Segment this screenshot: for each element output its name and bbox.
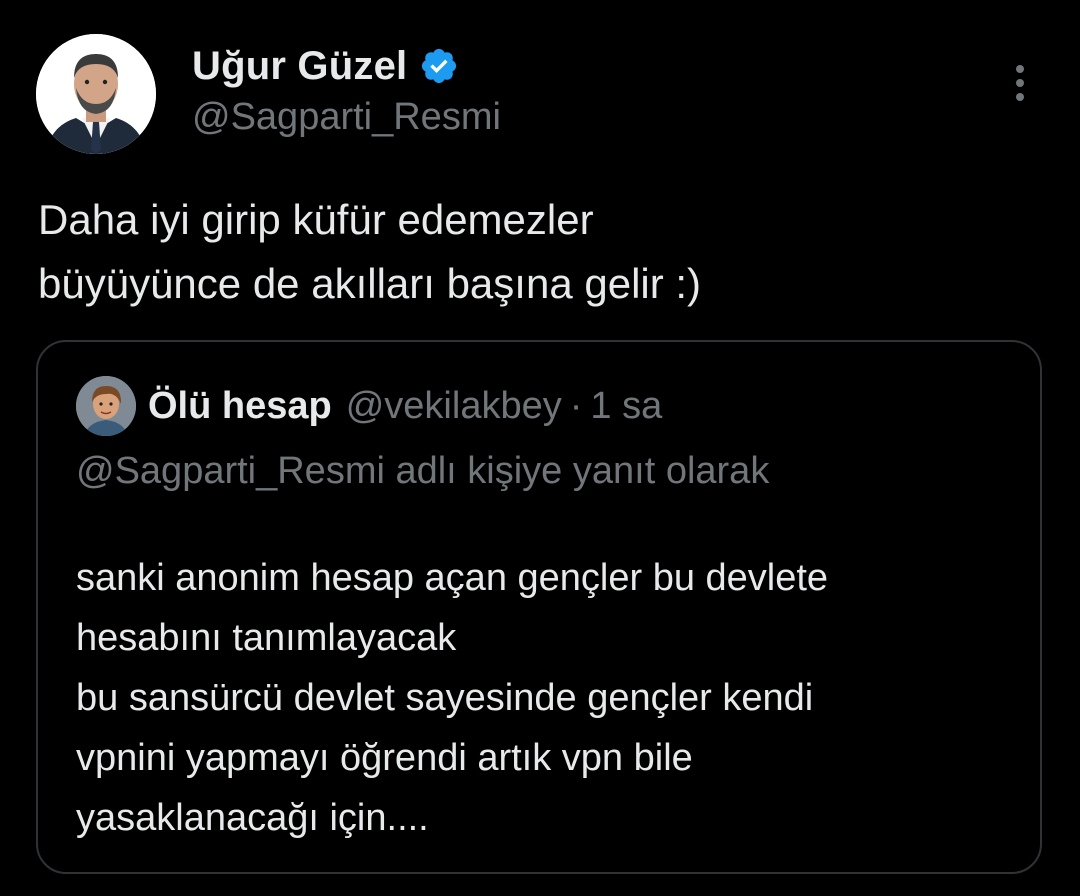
quoted-tweet-time[interactable]: 1 sa	[590, 385, 662, 428]
quoted-author-avatar[interactable]	[76, 376, 136, 436]
tweet: Uğur Güzel @Sagparti_Resmi Daha iyi giri…	[0, 0, 1080, 896]
header-separator: ·	[569, 384, 583, 427]
more-vertical-icon[interactable]	[1005, 62, 1035, 104]
tweet-text: Daha iyi girip küfür edemezler büyüyünce…	[38, 196, 702, 307]
author-handle[interactable]: @Sagparti_Resmi	[192, 96, 501, 139]
quoted-tweet-header: Ölü hesap @vekilakbey · 1 sa	[148, 378, 662, 434]
quoted-author-display-name[interactable]: Ölü hesap	[148, 385, 332, 428]
reply-context: @Sagparti_Resmi adlı kişiye yanıt olarak	[76, 450, 770, 492]
quoted-author-handle[interactable]: @vekilakbey	[346, 385, 562, 428]
author-name-row: Uğur Güzel	[192, 40, 459, 92]
quoted-tweet-card[interactable]: Ölü hesap @vekilakbey · 1 sa @Sagparti_R…	[36, 340, 1042, 874]
author-display-name[interactable]: Uğur Güzel	[192, 44, 407, 89]
verified-badge-icon	[419, 46, 459, 86]
author-avatar[interactable]	[36, 34, 156, 154]
quoted-tweet-text: sanki anonim hesap açan gençler bu devle…	[76, 557, 829, 839]
